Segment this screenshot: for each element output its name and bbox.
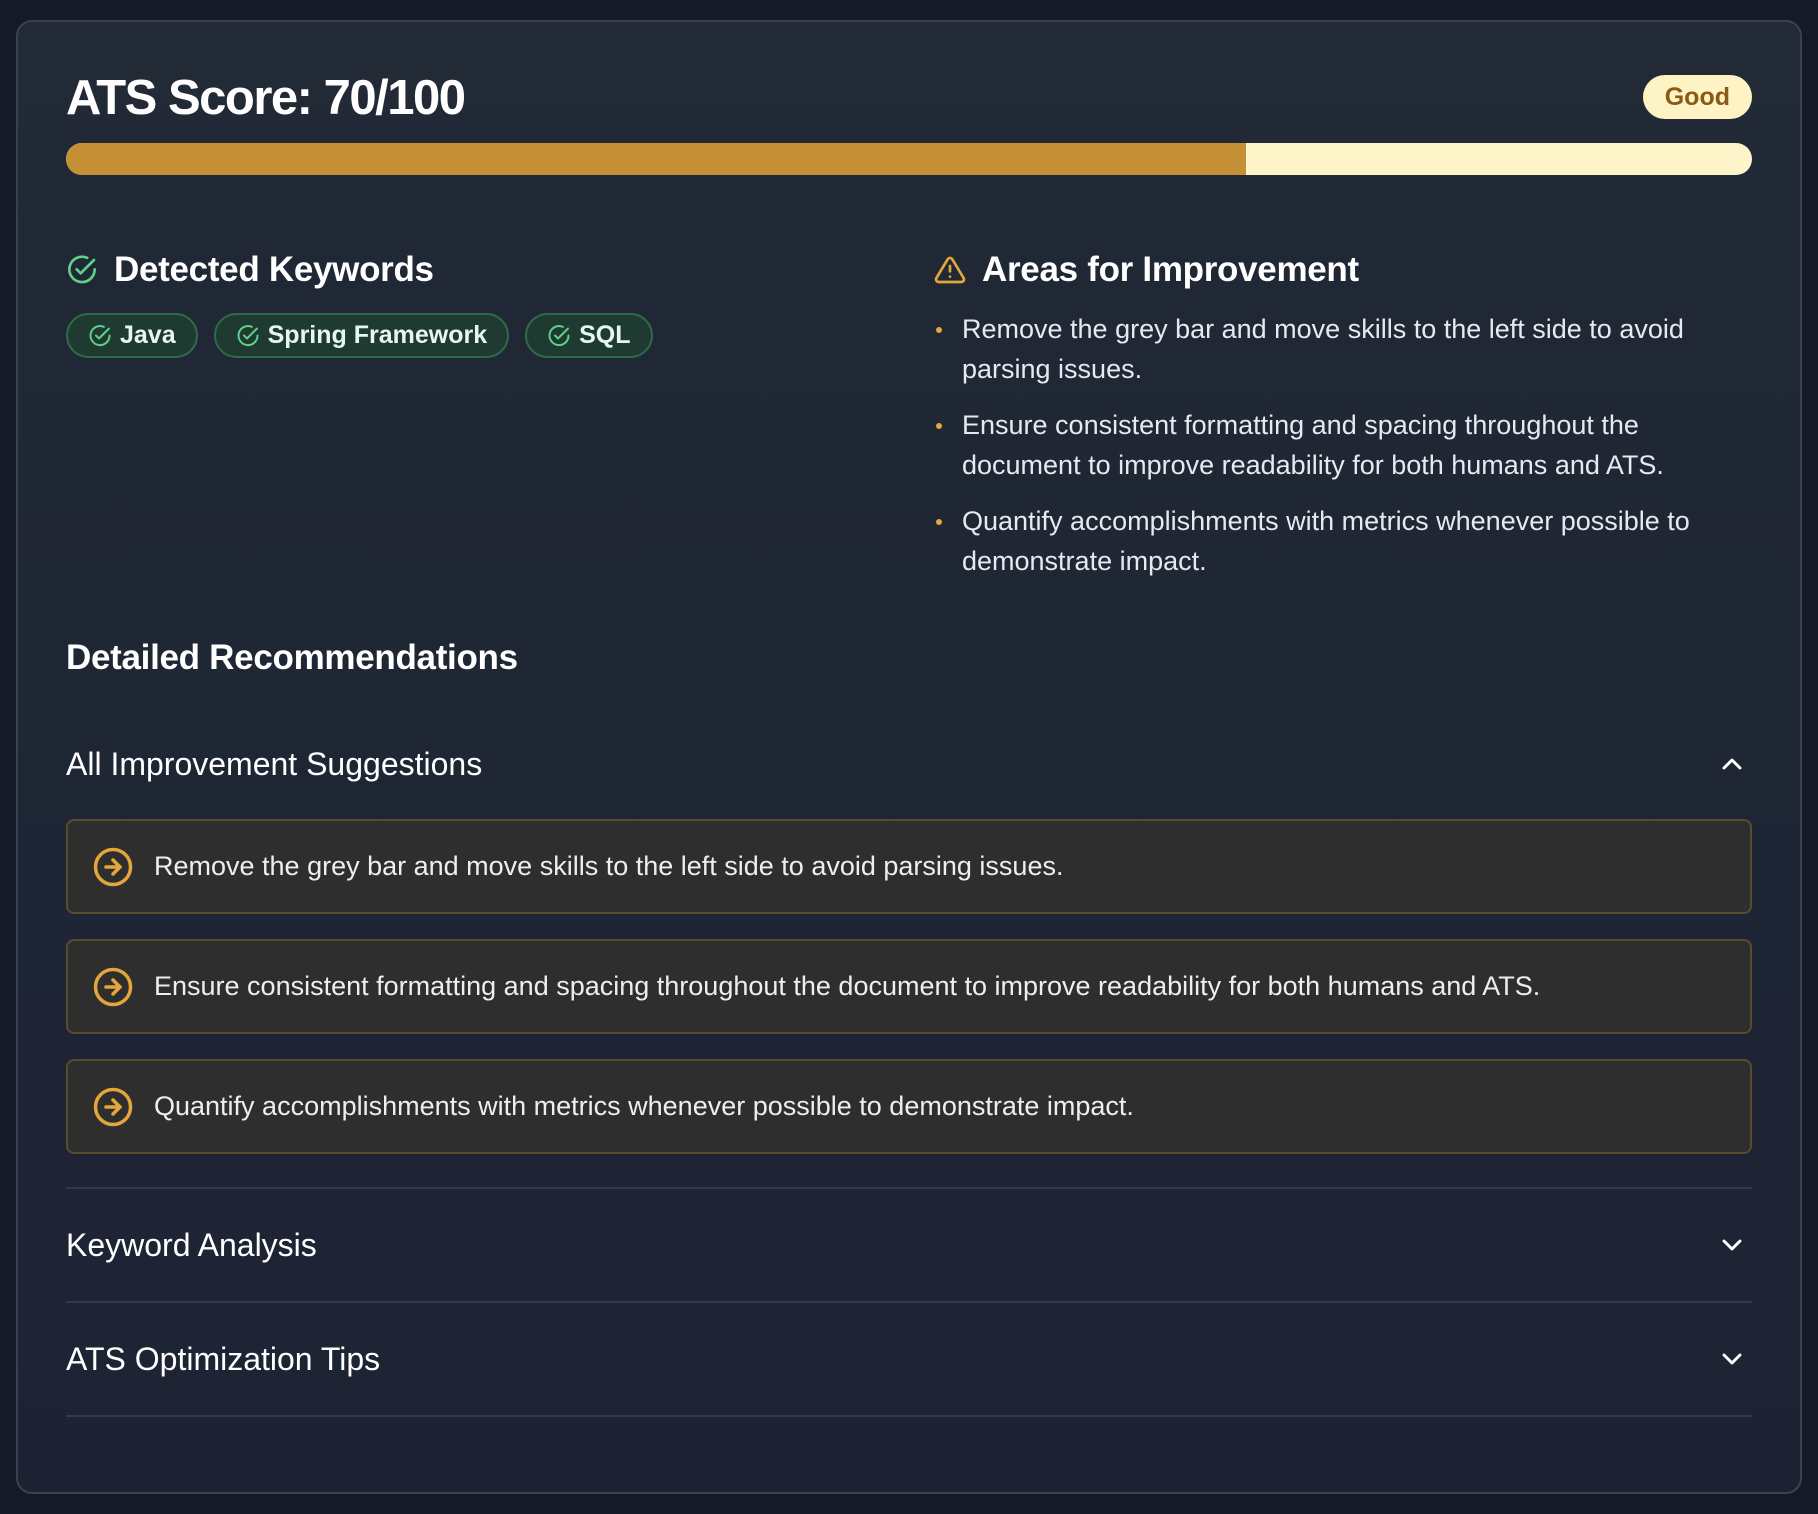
chevron-up-icon[interactable] <box>1716 748 1748 780</box>
detailed-recommendations-title: Detailed Recommendations <box>66 638 518 677</box>
keyword-chip-label: Spring Framework <box>267 321 488 349</box>
detected-keywords-title: Detected Keywords <box>114 250 434 289</box>
arrow-right-circle-icon <box>92 846 134 888</box>
score-header: ATS Score: 70/100 Good <box>66 68 1752 128</box>
suggestion-text: Remove the grey bar and move skills to t… <box>154 851 1064 881</box>
accordion-label: All Improvement Suggestions <box>66 745 483 782</box>
keyword-chip: Spring Framework <box>213 313 510 358</box>
accordion-all-improvement-suggestions[interactable]: All Improvement Suggestions <box>66 734 1752 794</box>
suggestion-text: Ensure consistent formatting and spacing… <box>154 971 1541 1001</box>
check-circle-icon <box>236 324 260 348</box>
detected-keywords-section: Detected Keywords Java Spring Framework … <box>66 247 886 358</box>
accordion-ats-optimization-tips[interactable]: ATS Optimization Tips <box>66 1329 1752 1389</box>
areas-for-improvement-title: Areas for Improvement <box>982 250 1359 289</box>
chevron-down-icon[interactable] <box>1716 1229 1748 1261</box>
score-progress-bar <box>66 143 1752 175</box>
improvement-bullet: Quantify accomplishments with metrics wh… <box>934 501 1756 581</box>
check-circle-icon <box>547 324 571 348</box>
suggestion-text: Quantify accomplishments with metrics wh… <box>154 1091 1134 1121</box>
detected-keywords-header: Detected Keywords <box>66 247 886 293</box>
warning-triangle-icon <box>934 254 966 286</box>
arrow-right-circle-icon <box>92 966 134 1008</box>
suggestion-item: Remove the grey bar and move skills to t… <box>66 819 1752 914</box>
ats-score-card: ATS Score: 70/100 Good Detected Keywords <box>16 20 1802 1494</box>
areas-for-improvement-header: Areas for Improvement <box>934 247 1756 293</box>
divider <box>66 1187 1752 1189</box>
suggestion-item: Ensure consistent formatting and spacing… <box>66 939 1752 1034</box>
ats-score-title: ATS Score: 70/100 <box>66 71 466 125</box>
score-rating-badge: Good <box>1642 75 1752 119</box>
improvement-bullet: Ensure consistent formatting and spacing… <box>934 405 1756 485</box>
keyword-chip-list: Java Spring Framework SQL <box>66 313 886 358</box>
keyword-chip: SQL <box>525 313 653 358</box>
score-progress-fill <box>66 143 1247 175</box>
accordion-keyword-analysis[interactable]: Keyword Analysis <box>66 1215 1752 1275</box>
keyword-chip: Java <box>66 313 198 358</box>
suggestion-item: Quantify accomplishments with metrics wh… <box>66 1059 1752 1154</box>
keyword-chip-label: Java <box>120 321 176 349</box>
arrow-right-circle-icon <box>92 1086 134 1128</box>
accordion-label: Keyword Analysis <box>66 1226 317 1263</box>
improvement-bullet: Remove the grey bar and move skills to t… <box>934 309 1756 389</box>
keyword-chip-label: SQL <box>579 321 631 349</box>
improvement-bullet-list: Remove the grey bar and move skills to t… <box>934 309 1756 581</box>
divider <box>66 1415 1752 1417</box>
accordion-label: ATS Optimization Tips <box>66 1340 381 1377</box>
check-circle-icon <box>66 254 98 286</box>
divider <box>66 1301 1752 1303</box>
areas-for-improvement-section: Areas for Improvement Remove the grey ba… <box>934 247 1756 597</box>
check-circle-icon <box>88 324 112 348</box>
chevron-down-icon[interactable] <box>1716 1343 1748 1375</box>
